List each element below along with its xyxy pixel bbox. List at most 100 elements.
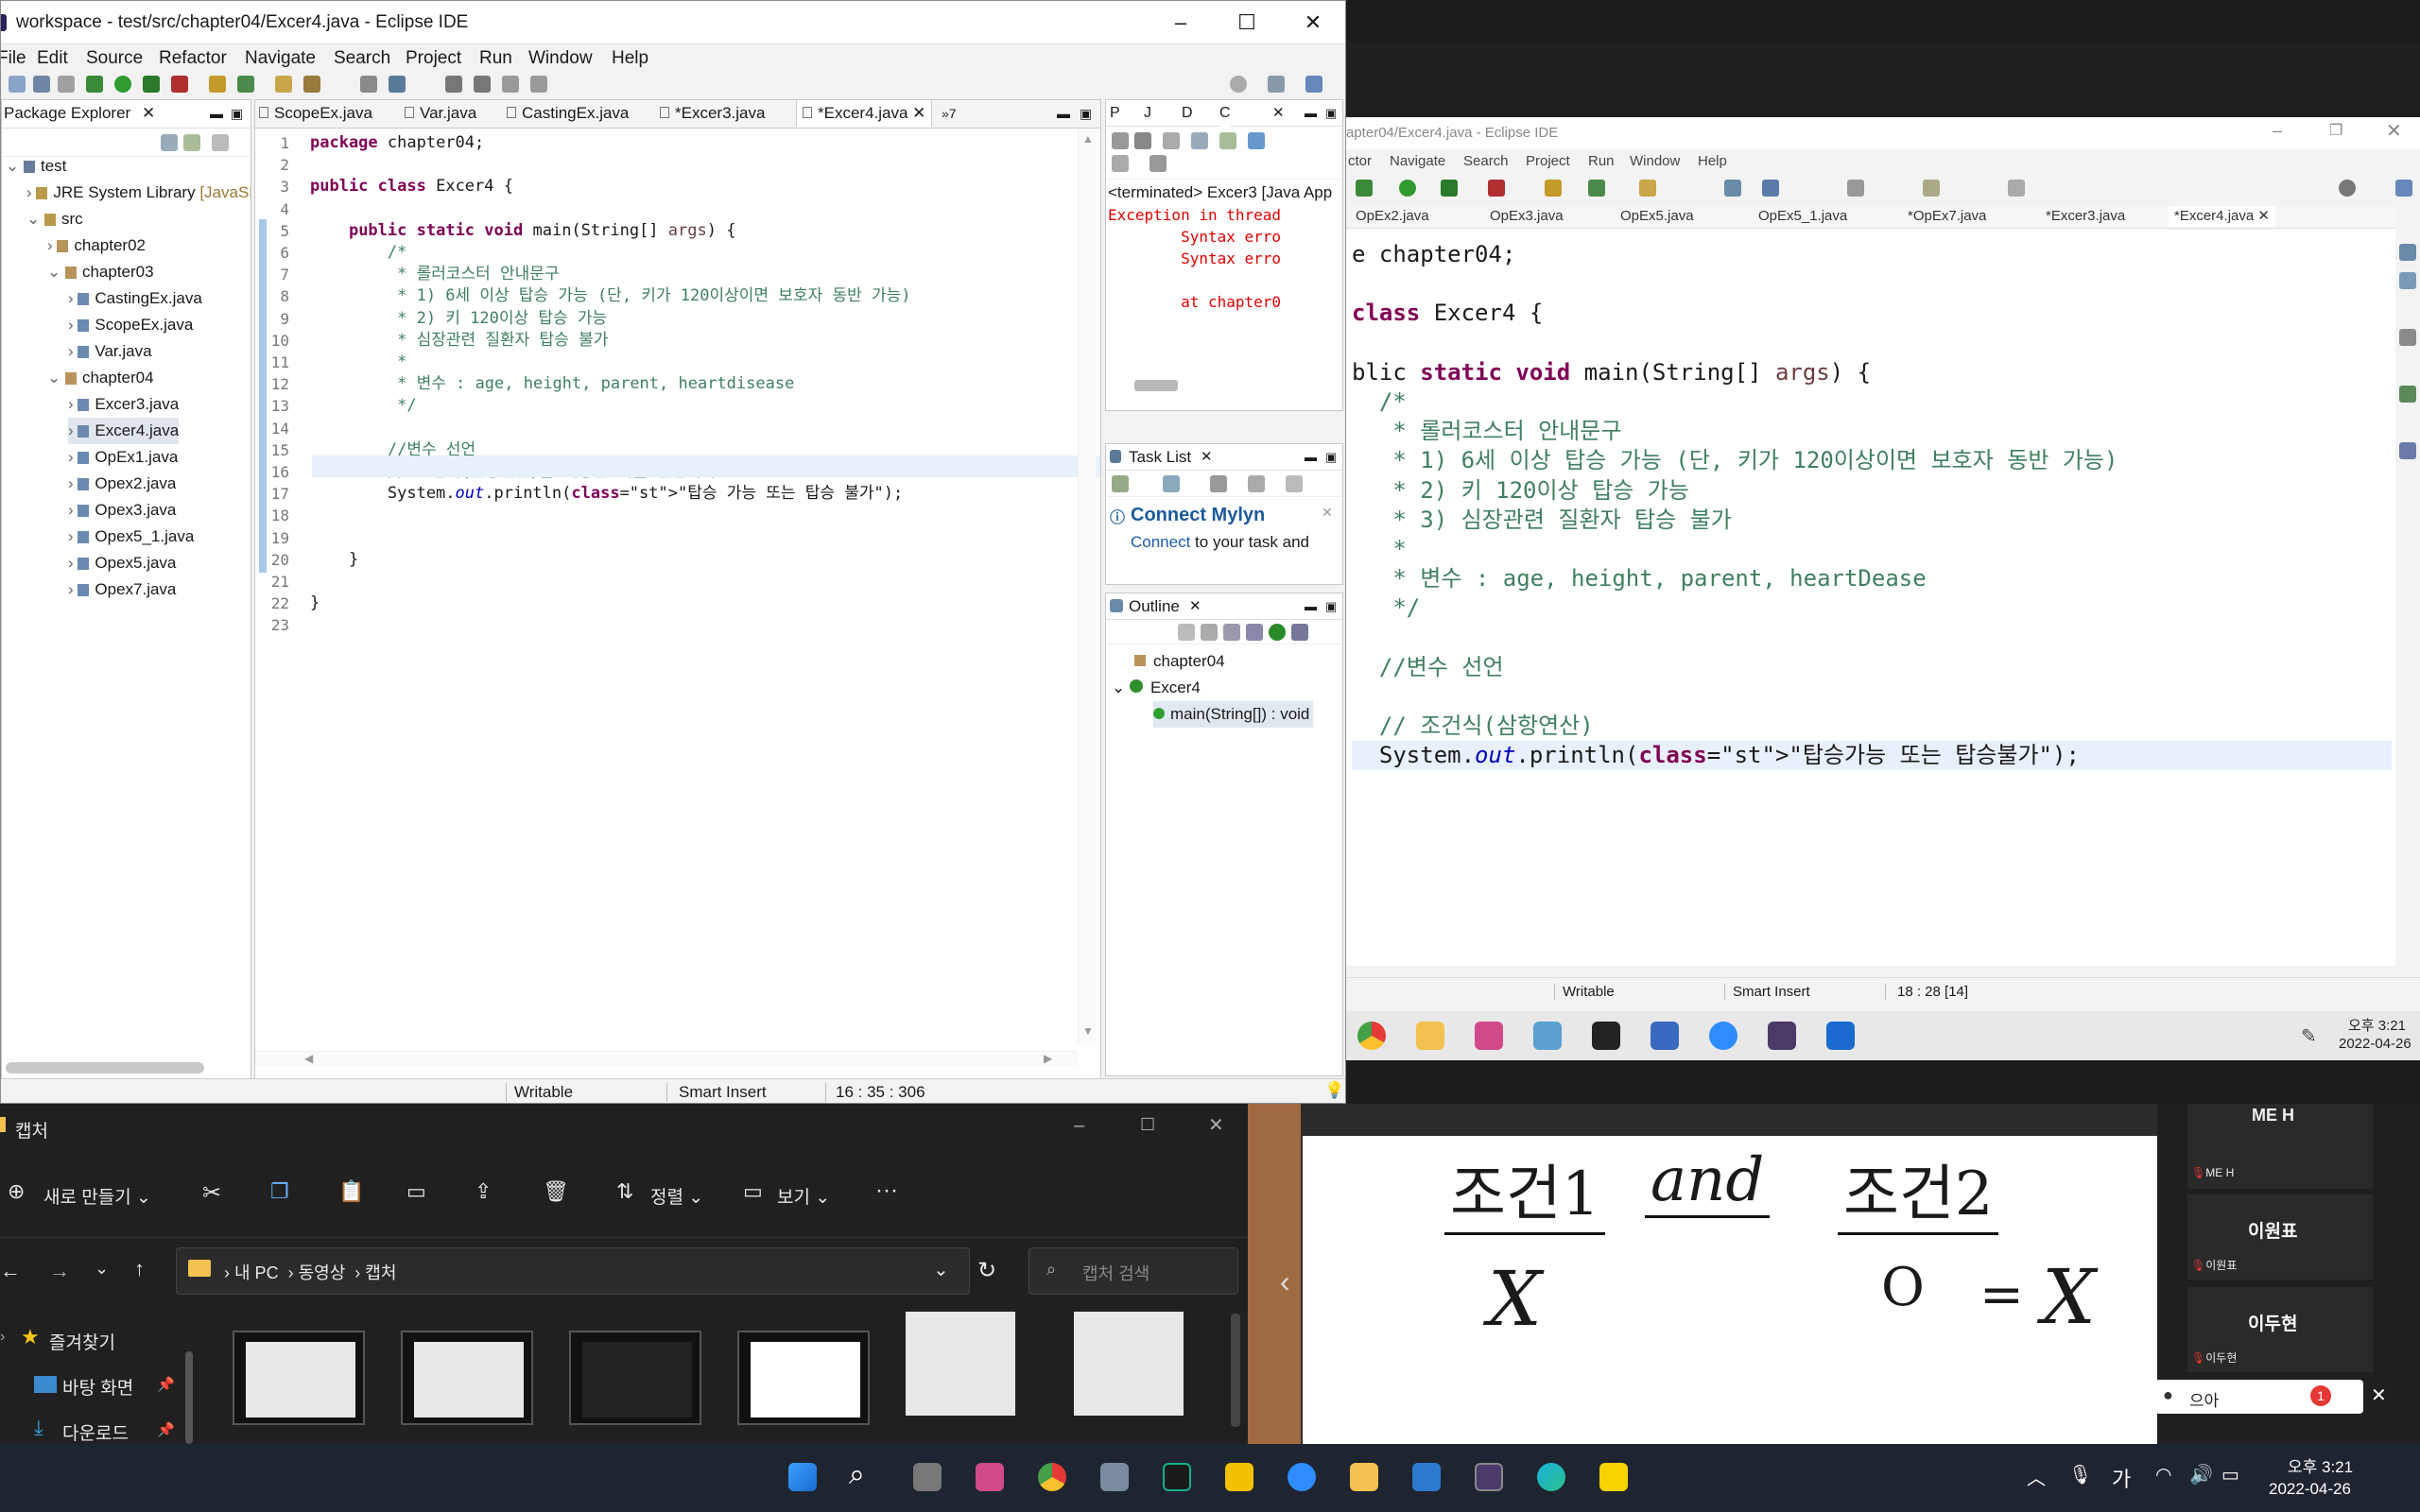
pin-icon[interactable]: 📌 bbox=[157, 1376, 175, 1393]
close-icon[interactable]: ✕ bbox=[1322, 505, 1333, 521]
close-icon[interactable]: ✕ bbox=[1201, 444, 1213, 471]
code-line[interactable]: public class Excer4 { bbox=[310, 176, 513, 198]
file-thumbnail[interactable] bbox=[569, 1331, 701, 1425]
outline-item-method[interactable]: main(String[]) : void bbox=[1153, 701, 1314, 728]
coverage-icon[interactable] bbox=[143, 76, 160, 93]
menu-help[interactable]: Help bbox=[612, 48, 648, 69]
file-thumbnail[interactable] bbox=[1074, 1312, 1206, 1425]
prev-annotation-icon[interactable] bbox=[445, 76, 462, 93]
editor-tab-scopeex[interactable]: ScopeEx.java bbox=[259, 100, 372, 127]
clock-time[interactable]: 오후 3:21 bbox=[2288, 1453, 2353, 1477]
display-console-icon[interactable] bbox=[1112, 155, 1129, 172]
clear-console-icon[interactable] bbox=[1163, 132, 1180, 149]
close-icon[interactable]: ✕ bbox=[142, 100, 155, 127]
grid-scrollbar[interactable] bbox=[1231, 1314, 1240, 1427]
code-line[interactable]: } bbox=[310, 593, 320, 614]
participant-tile[interactable]: 이원표 🎙이원표 bbox=[2187, 1194, 2373, 1280]
menu-search[interactable]: Search bbox=[334, 48, 390, 69]
menu-project[interactable]: Project bbox=[406, 48, 461, 69]
chevron-icon[interactable]: › bbox=[68, 289, 78, 307]
sort-icon[interactable] bbox=[1178, 624, 1195, 641]
vertical-scrollbar[interactable]: ▲ ▼ bbox=[1078, 129, 1097, 1043]
link-with-editor-icon[interactable] bbox=[1291, 624, 1308, 641]
media-player-icon[interactable] bbox=[1412, 1463, 1441, 1491]
tab-console[interactable]: C bbox=[1219, 100, 1231, 127]
nav-downloads[interactable]: 다운로드 bbox=[62, 1419, 129, 1444]
tree-item[interactable]: › Excer4.java bbox=[68, 418, 180, 444]
code-line[interactable]: /* bbox=[310, 242, 406, 264]
horizontal-scrollbar[interactable] bbox=[1134, 380, 1178, 391]
forward-icon[interactable] bbox=[530, 76, 547, 93]
minimize-view-icon[interactable]: ▬ bbox=[1305, 444, 1317, 471]
chevron-icon[interactable]: › bbox=[0, 1329, 5, 1346]
chevron-icon[interactable]: ⌄ bbox=[47, 263, 65, 281]
code-line[interactable]: * 2) 키 120이상 탑승 가능 bbox=[310, 308, 607, 330]
tree-item[interactable]: › Opex7.java bbox=[68, 576, 176, 603]
tree-item[interactable]: › chapter02 bbox=[47, 232, 146, 259]
nav-desktop[interactable]: 바탕 화면 bbox=[62, 1374, 133, 1400]
tree-item[interactable]: ⌄ src bbox=[26, 206, 83, 232]
chevron-icon[interactable]: › bbox=[47, 236, 57, 254]
menu-edit[interactable]: Edit bbox=[37, 48, 68, 69]
kakaotalk-icon[interactable] bbox=[1599, 1463, 1628, 1491]
tree-item[interactable]: ⌄ chapter04 bbox=[47, 365, 154, 391]
mylyn-connect-link[interactable]: Connect bbox=[1131, 533, 1190, 551]
maximize-view-icon[interactable]: ▣ bbox=[1325, 593, 1337, 620]
mark-occurrences-icon[interactable] bbox=[360, 76, 377, 93]
tree-item[interactable]: › Var.java bbox=[68, 338, 152, 365]
chevron-icon[interactable]: › bbox=[68, 527, 78, 545]
chevron-icon[interactable]: ⌄ bbox=[6, 157, 24, 175]
menu-run[interactable]: Run bbox=[479, 48, 512, 69]
new-icon[interactable] bbox=[9, 76, 26, 93]
word-wrap-icon[interactable] bbox=[1219, 132, 1236, 149]
code-area[interactable]: 1 package chapter04; 2 3 public class Excer4… bbox=[255, 132, 1068, 1040]
maximize-view-icon[interactable]: ▣ bbox=[1325, 444, 1337, 471]
view-menu-icon[interactable] bbox=[212, 134, 229, 151]
outline-tab[interactable]: Outline bbox=[1129, 593, 1180, 620]
external-tools-icon[interactable] bbox=[171, 76, 188, 93]
collapse-icon[interactable] bbox=[1248, 475, 1265, 492]
hide-local-types-icon[interactable] bbox=[1269, 624, 1286, 641]
next-annotation-icon[interactable] bbox=[474, 76, 491, 93]
editor-tab-castingex[interactable]: CastingEx.java bbox=[507, 100, 629, 127]
tree-item[interactable]: › Opex5.java bbox=[68, 550, 176, 576]
chrome-icon[interactable] bbox=[1038, 1463, 1066, 1491]
chevron-icon[interactable]: ⌄ bbox=[47, 369, 65, 387]
focus-icon[interactable] bbox=[1286, 475, 1303, 492]
debug-icon[interactable] bbox=[86, 76, 103, 93]
menu-source[interactable]: Source bbox=[86, 48, 143, 69]
tab-problems[interactable]: P bbox=[1110, 100, 1120, 127]
file-thumbnail[interactable] bbox=[737, 1331, 870, 1425]
edge-icon[interactable] bbox=[1537, 1463, 1565, 1491]
tree-item[interactable]: › JRE System Library [JavaSE bbox=[26, 180, 251, 206]
tree-item[interactable]: › Opex3.java bbox=[68, 497, 176, 524]
wifi-icon[interactable]: ◠ bbox=[2155, 1463, 2171, 1486]
chevron-icon[interactable]: › bbox=[68, 580, 78, 598]
minimize-view-icon[interactable]: ▬ bbox=[1305, 100, 1317, 127]
menu-navigate[interactable]: Navigate bbox=[245, 48, 316, 69]
menu-file[interactable]: File bbox=[1, 48, 26, 69]
hide-fields-icon[interactable] bbox=[1201, 624, 1218, 641]
chevron-icon[interactable]: › bbox=[68, 342, 78, 360]
tree-item[interactable]: › ScopeEx.java bbox=[68, 312, 193, 338]
battery-icon[interactable]: ▭ bbox=[2221, 1463, 2239, 1486]
tree-item[interactable]: › OpEx1.java bbox=[68, 444, 178, 471]
tab-declaration[interactable]: D bbox=[1182, 100, 1193, 127]
tab-overflow[interactable]: »7 bbox=[942, 100, 957, 127]
chevron-icon[interactable]: › bbox=[68, 421, 78, 439]
minimize-view-icon[interactable]: ▬ bbox=[210, 100, 223, 127]
code-line[interactable]: System.out.println(class="st">"탑승 가능 또는 … bbox=[310, 483, 903, 505]
categorized-icon[interactable] bbox=[1163, 475, 1180, 492]
start-icon[interactable] bbox=[788, 1463, 817, 1491]
nav-favorites[interactable]: 즐겨찾기 bbox=[49, 1329, 115, 1354]
add-icon[interactable]: ⊕ bbox=[8, 1179, 25, 1204]
open-type-icon[interactable] bbox=[275, 76, 292, 93]
chevron-icon[interactable]: › bbox=[68, 316, 78, 334]
snipping-tool-icon[interactable] bbox=[976, 1463, 1004, 1491]
search-tool-icon[interactable] bbox=[303, 76, 320, 93]
code-line[interactable]: package chapter04; bbox=[310, 132, 484, 154]
code-line[interactable]: * 심장관련 질환자 탑승 불가 bbox=[310, 330, 608, 352]
filter-icon[interactable] bbox=[1210, 475, 1227, 492]
link-editor-icon[interactable] bbox=[183, 134, 200, 151]
close-icon[interactable]: ✕ bbox=[912, 104, 925, 122]
